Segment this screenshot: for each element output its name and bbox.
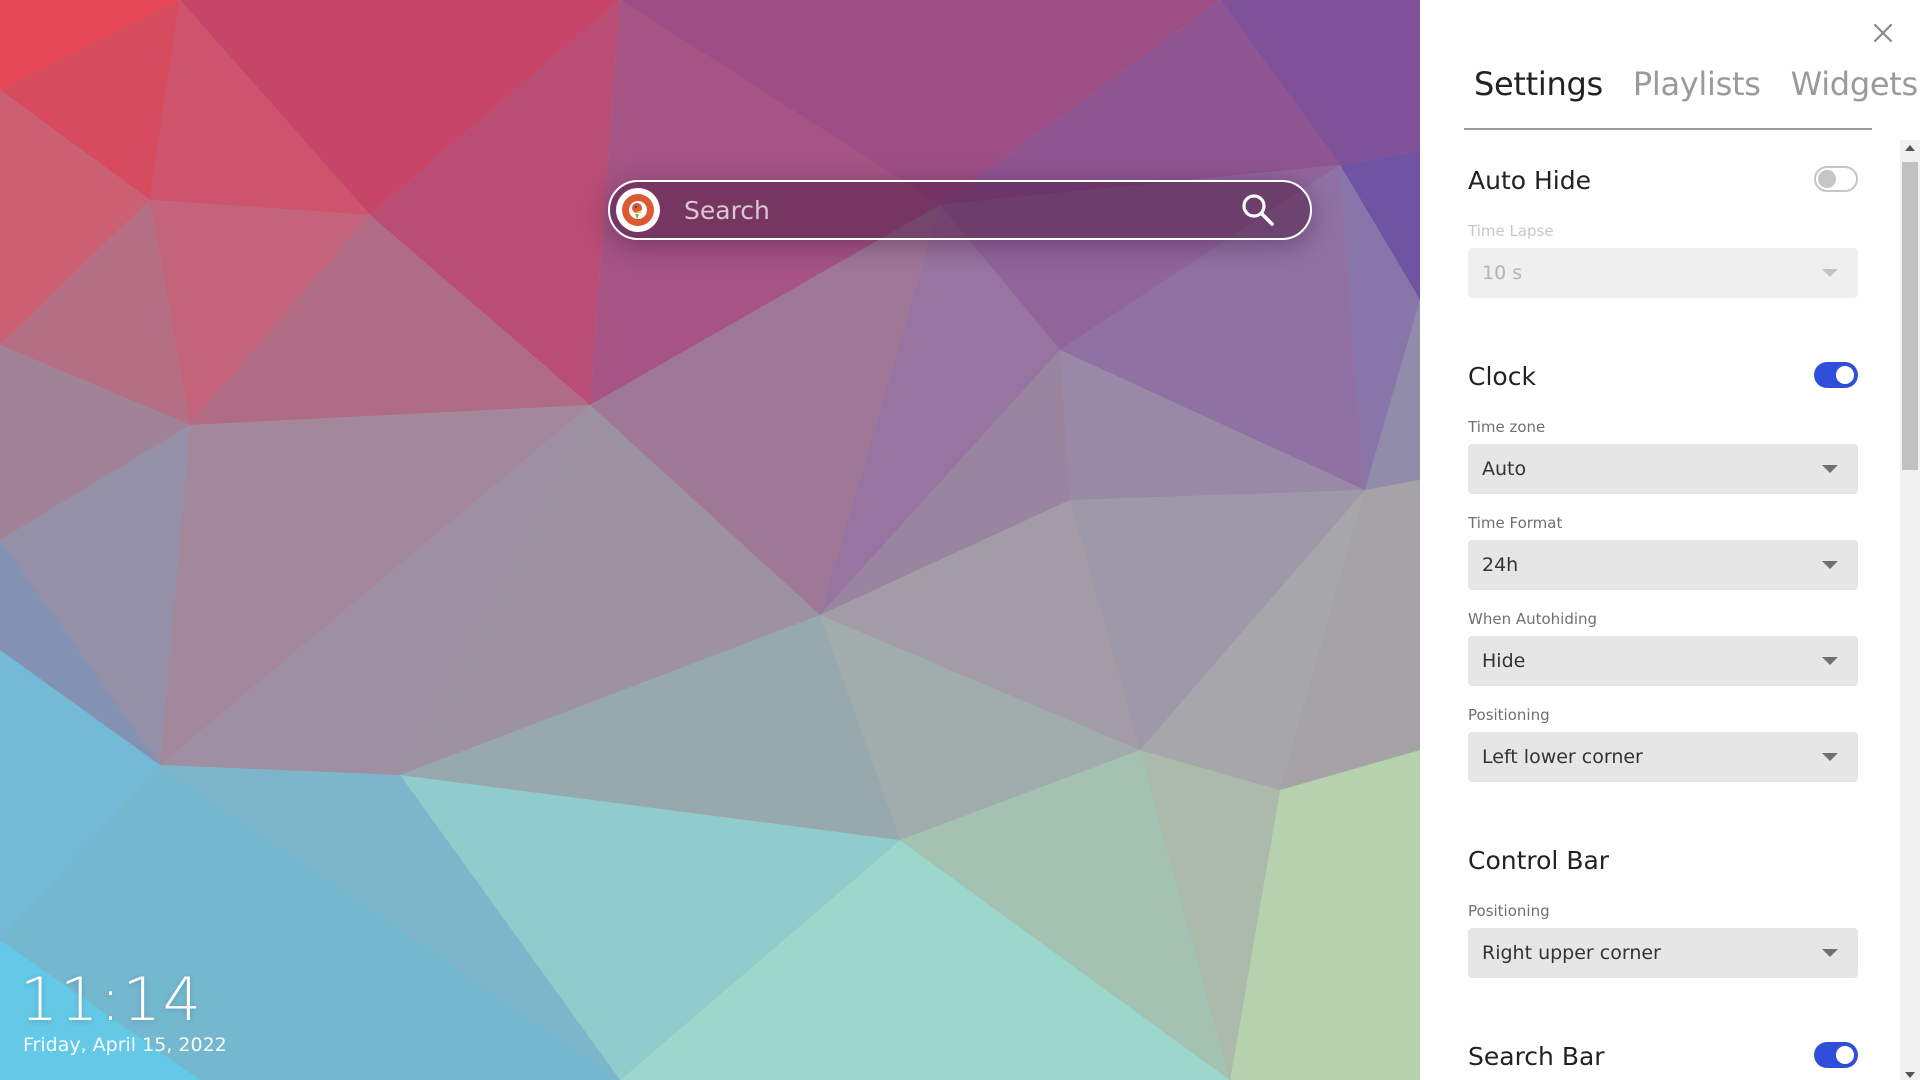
toggle-knob bbox=[1818, 170, 1836, 188]
clock-widget: 11:14 Friday, April 15, 2022 bbox=[20, 962, 227, 1056]
when-autohiding-value: Hide bbox=[1482, 650, 1526, 672]
time-format-label: Time Format bbox=[1468, 514, 1563, 532]
control-bar-positioning-value: Right upper corner bbox=[1482, 942, 1661, 964]
control-bar-positioning-label: Positioning bbox=[1468, 902, 1550, 920]
panel-tabs: Settings Playlists Widgets bbox=[1464, 60, 1918, 130]
chevron-down-icon bbox=[1822, 657, 1838, 665]
chevron-down-icon bbox=[1822, 269, 1838, 277]
duckduckgo-icon bbox=[622, 194, 654, 226]
wallpaper bbox=[0, 0, 1420, 1080]
panel-scrollbar[interactable] bbox=[1900, 140, 1920, 1080]
tab-playlists[interactable]: Playlists bbox=[1633, 60, 1761, 128]
settings-panel: Settings Playlists Widgets Auto Hide Tim… bbox=[1420, 0, 1920, 1080]
clock-positioning-value: Left lower corner bbox=[1482, 746, 1643, 768]
close-button[interactable] bbox=[1870, 20, 1896, 46]
time-zone-select[interactable]: Auto bbox=[1468, 444, 1858, 494]
search-icon bbox=[1242, 194, 1274, 226]
clock-title: Clock bbox=[1468, 362, 1536, 391]
auto-hide-title: Auto Hide bbox=[1468, 166, 1591, 195]
toggle-knob bbox=[1836, 366, 1854, 384]
search-bar-title: Search Bar bbox=[1468, 1042, 1605, 1071]
clock-positioning-select[interactable]: Left lower corner bbox=[1468, 732, 1858, 782]
time-format-select[interactable]: 24h bbox=[1468, 540, 1858, 590]
search-engine-button[interactable] bbox=[616, 188, 660, 232]
wallpaper-polygons bbox=[0, 0, 1420, 1080]
chevron-down-icon bbox=[1822, 949, 1838, 957]
time-lapse-value: 10 s bbox=[1482, 262, 1523, 284]
when-autohiding-label: When Autohiding bbox=[1468, 610, 1598, 628]
search-input[interactable] bbox=[660, 182, 1230, 238]
clock-time: 11:14 bbox=[20, 965, 203, 1035]
clock-positioning-label: Positioning bbox=[1468, 706, 1550, 724]
search-bar-toggle[interactable] bbox=[1814, 1042, 1858, 1068]
tab-settings[interactable]: Settings bbox=[1474, 60, 1603, 128]
close-icon bbox=[1873, 23, 1893, 43]
tab-widgets[interactable]: Widgets bbox=[1791, 60, 1919, 128]
settings-content: Auto Hide Time Lapse 10 s Clock Time zon… bbox=[1420, 130, 1900, 1080]
time-lapse-label: Time Lapse bbox=[1468, 222, 1554, 240]
control-bar-title: Control Bar bbox=[1468, 846, 1610, 875]
chevron-down-icon bbox=[1822, 753, 1838, 761]
auto-hide-toggle[interactable] bbox=[1814, 166, 1858, 192]
chevron-down-icon bbox=[1822, 561, 1838, 569]
control-bar-positioning-select[interactable]: Right upper corner bbox=[1468, 928, 1858, 978]
time-format-value: 24h bbox=[1482, 554, 1519, 576]
clock-toggle[interactable] bbox=[1814, 362, 1858, 388]
time-zone-label: Time zone bbox=[1468, 418, 1546, 436]
scroll-down-arrow-icon[interactable] bbox=[1905, 1072, 1915, 1078]
clock-date: Friday, April 15, 2022 bbox=[23, 1034, 227, 1056]
search-button[interactable] bbox=[1230, 182, 1286, 238]
time-zone-value: Auto bbox=[1482, 458, 1527, 480]
when-autohiding-select[interactable]: Hide bbox=[1468, 636, 1858, 686]
search-bar bbox=[608, 180, 1312, 240]
time-lapse-select[interactable]: 10 s bbox=[1468, 248, 1858, 298]
toggle-knob bbox=[1836, 1046, 1854, 1064]
scroll-up-arrow-icon[interactable] bbox=[1905, 145, 1915, 151]
scrollbar-thumb[interactable] bbox=[1902, 162, 1918, 470]
chevron-down-icon bbox=[1822, 465, 1838, 473]
